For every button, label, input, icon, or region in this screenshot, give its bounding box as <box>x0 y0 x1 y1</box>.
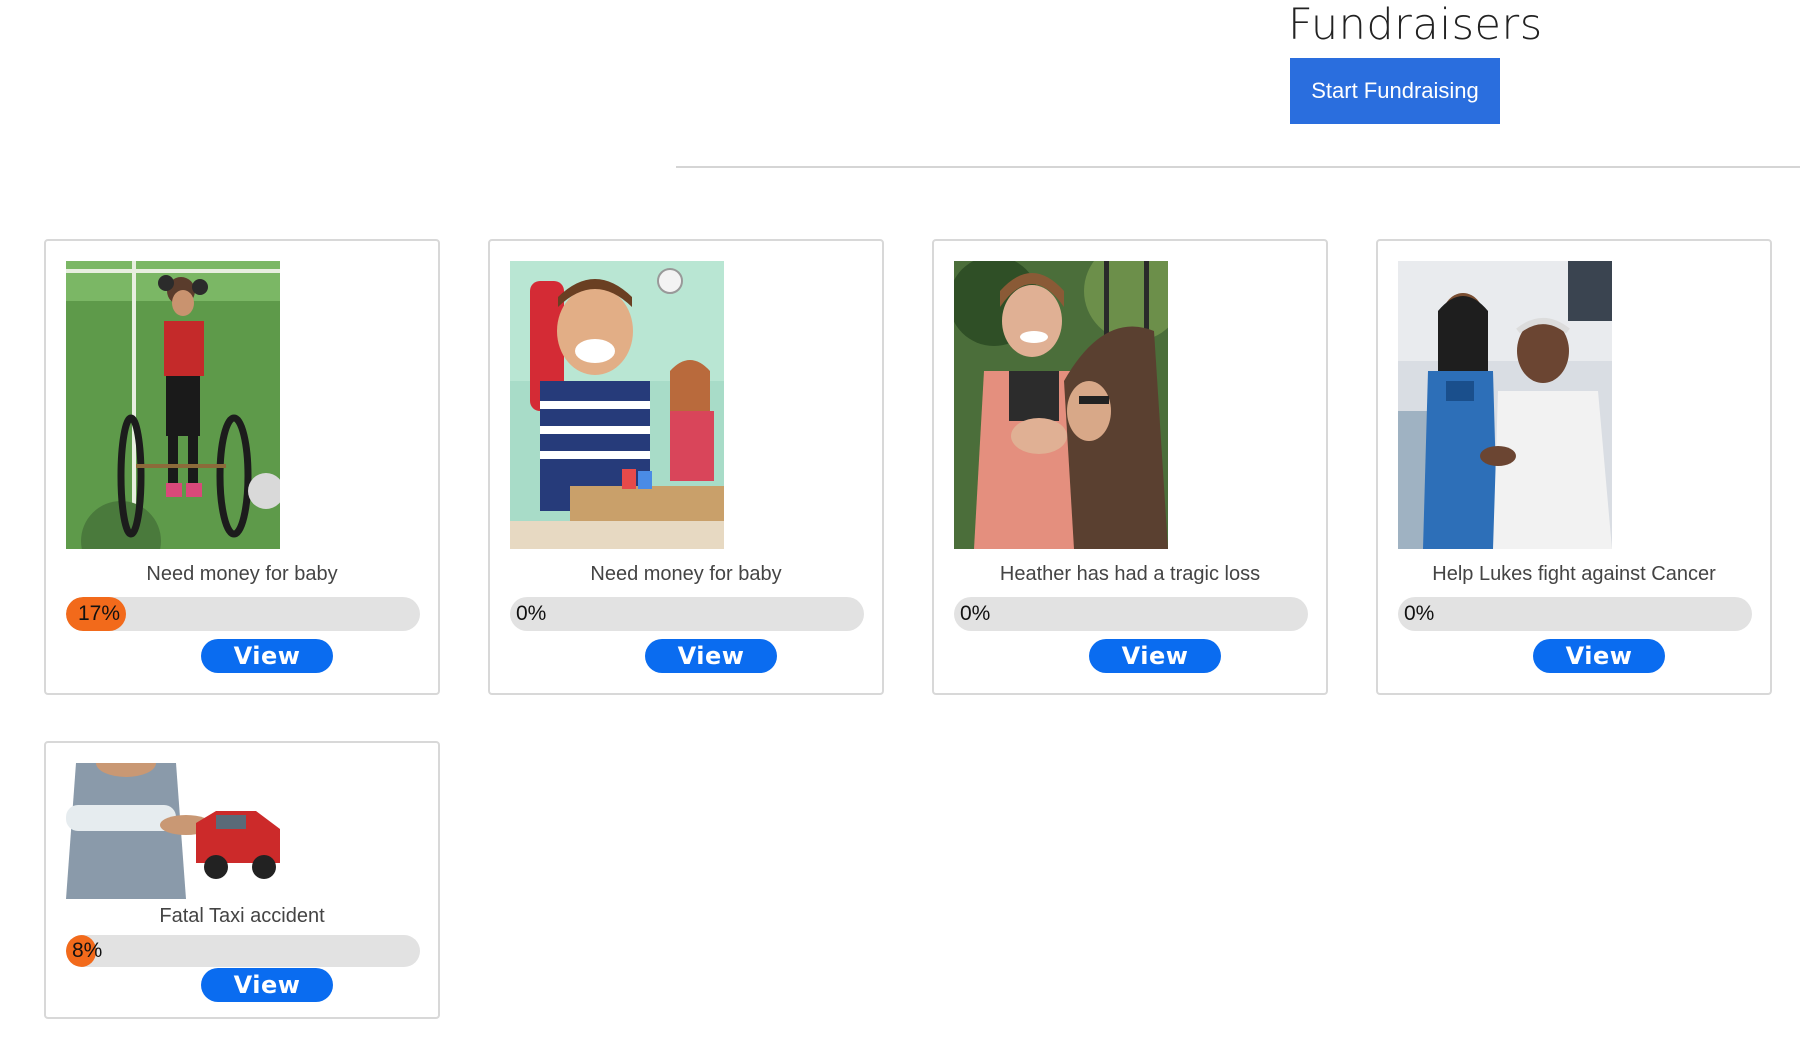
progress-bar: 17% <box>66 597 420 631</box>
progress-bar: 0% <box>954 597 1308 631</box>
fundraiser-title: Fatal Taxi accident <box>159 905 325 927</box>
progress-label: 0% <box>516 602 547 625</box>
fundraiser-card: Heather has had a tragic loss 0% View <box>932 239 1328 695</box>
view-button[interactable]: View <box>1533 639 1665 673</box>
fundraiser-card: Need money for baby 17% View <box>44 239 440 695</box>
fundraiser-card: Need money for baby 0% View <box>488 239 884 695</box>
progress-bar: 0% <box>1398 597 1752 631</box>
progress-label: 0% <box>1404 602 1435 625</box>
divider <box>676 166 1800 168</box>
progress-bar: 0% <box>510 597 864 631</box>
view-button[interactable]: View <box>1089 639 1221 673</box>
start-fundraising-button[interactable]: Start Fundraising <box>1290 58 1500 124</box>
fundraiser-title: Need money for baby <box>146 563 338 585</box>
progress-label: 17% <box>78 602 121 625</box>
page-title: Fundraisers <box>1288 0 1543 50</box>
two-women-talking-photo <box>954 261 1168 549</box>
arm-cast-car-crash-photo <box>66 763 280 899</box>
fundraiser-card: Fatal Taxi accident 8% View <box>44 741 440 1019</box>
view-button[interactable]: View <box>201 968 333 1002</box>
fundraiser-title: Heather has had a tragic loss <box>999 563 1261 585</box>
fundraiser-title: Help Lukes fight against Cancer <box>1432 563 1716 585</box>
smiling-boy-photo <box>510 261 724 549</box>
fundraiser-title: Need money for baby <box>590 563 782 585</box>
doctor-patient-photo <box>1398 261 1612 549</box>
view-button[interactable]: View <box>201 639 333 673</box>
progress-label: 8% <box>72 939 103 962</box>
page: Fundraisers Start Fundraising Need money… <box>0 0 1800 1046</box>
progress-bar: 8% <box>66 935 420 967</box>
progress-label: 0% <box>960 602 991 625</box>
view-button[interactable]: View <box>645 639 777 673</box>
fundraiser-card: Help Lukes fight against Cancer 0% View <box>1376 239 1772 695</box>
child-in-wheelchair-photo <box>66 261 280 549</box>
